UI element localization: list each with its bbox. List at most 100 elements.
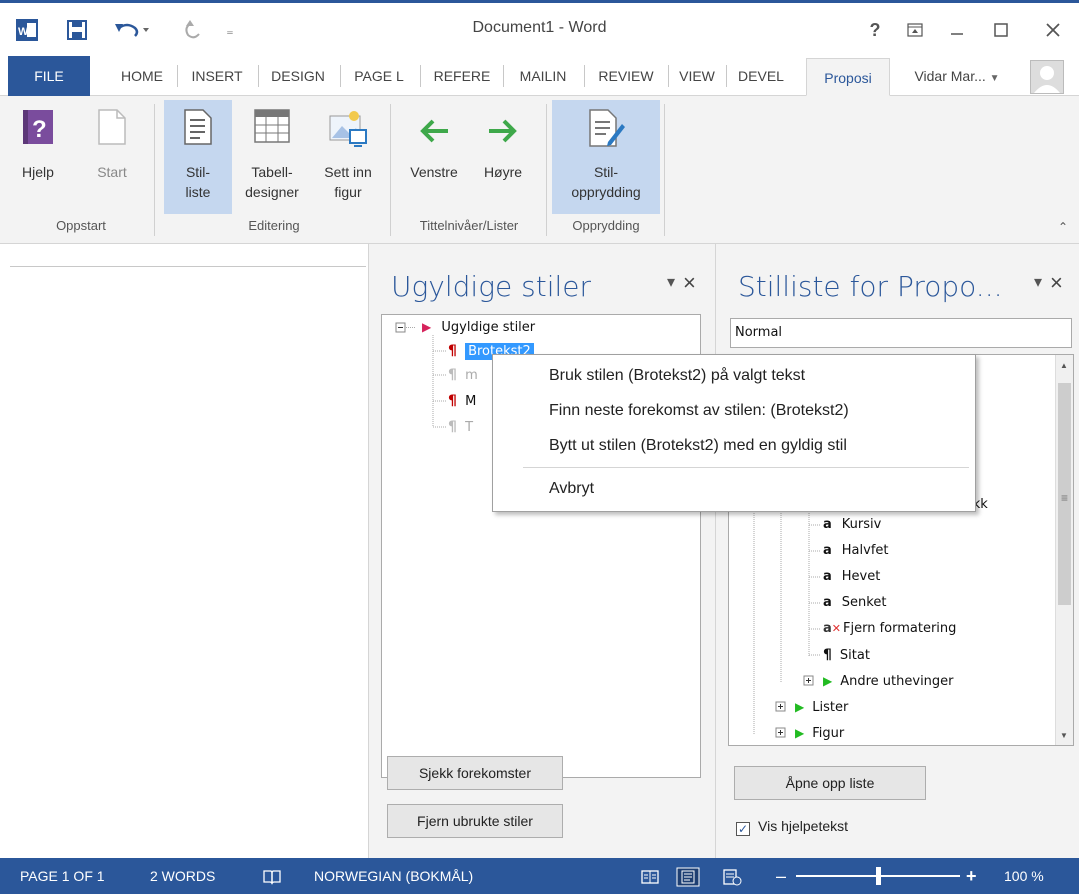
- tab-developer[interactable]: DEVEL: [728, 56, 794, 96]
- scrollbar[interactable]: ▲ ≡ ▼: [1055, 355, 1073, 745]
- menu-item-find-next[interactable]: Finn neste forekomst av stilen: (Broteks…: [549, 394, 849, 428]
- tree-item-lister[interactable]: ▶ Lister: [795, 695, 848, 719]
- tab-design[interactable]: DESIGN: [260, 56, 336, 96]
- menu-item-replace-style[interactable]: Bytt ut stilen (Brotekst2) med en gyldig…: [549, 429, 847, 463]
- insert-picture-icon: [328, 108, 368, 151]
- scroll-up-icon[interactable]: ▲: [1060, 361, 1068, 370]
- close-window-icon[interactable]: [1036, 15, 1070, 45]
- zoom-slider-thumb[interactable]: [876, 867, 881, 885]
- hoyre-button[interactable]: Høyre: [474, 100, 532, 214]
- style-search-input[interactable]: Normal: [730, 318, 1072, 348]
- green-arrow-icon: ▶: [823, 674, 833, 688]
- vis-hjelpetekst-checkbox[interactable]: ✓: [736, 822, 750, 836]
- pilcrow-icon: ¶: [448, 367, 457, 383]
- tree-item-m-upper[interactable]: ¶ M: [448, 389, 476, 413]
- tab-references[interactable]: REFERE: [424, 56, 500, 96]
- fjern-ubrukte-stiler-button[interactable]: Fjern ubrukte stiler: [387, 804, 563, 838]
- minimize-icon[interactable]: [940, 15, 974, 45]
- green-arrow-icon: ▶: [795, 700, 805, 714]
- ribbon: ? Hjelp Start Oppstart Stil-liste Tabell…: [0, 96, 1079, 244]
- sjekk-forekomster-button[interactable]: Sjekk forekomster: [387, 756, 563, 790]
- menu-item-cancel[interactable]: Avbryt: [549, 472, 594, 506]
- tabell-designer-button[interactable]: Tabell-designer: [236, 100, 308, 214]
- invalid-styles-pane: Ugyldige stiler ▾ × ▶ Ugyldige stiler ¶ …: [368, 244, 716, 858]
- tab-home[interactable]: HOME: [110, 56, 174, 96]
- tree-item-sitat[interactable]: ¶ Sitat: [823, 643, 870, 667]
- account-name[interactable]: Vidar Mar... ▼: [900, 56, 1014, 96]
- ribbon-display-options-icon[interactable]: [898, 15, 932, 45]
- tree-item-halvfet[interactable]: a Halvfet: [823, 539, 889, 563]
- pilcrow-icon: ¶: [448, 393, 457, 409]
- char-style-icon: a: [823, 543, 832, 558]
- tab-view[interactable]: VIEW: [670, 56, 724, 96]
- language[interactable]: NORWEGIAN (BOKMÅL): [314, 858, 473, 894]
- tree-item-figur[interactable]: ▶ Figur: [795, 721, 844, 745]
- tab-review[interactable]: REVIEW: [586, 56, 666, 96]
- stil-opprydding-button[interactable]: Stil-opprydding: [552, 100, 660, 214]
- green-arrow-icon: ▶: [795, 726, 805, 740]
- page-count[interactable]: PAGE 1 OF 1: [20, 858, 105, 894]
- pane-options-icon[interactable]: ▾: [667, 272, 675, 292]
- zoom-in-icon[interactable]: +: [966, 858, 977, 894]
- svg-text:?: ?: [32, 116, 47, 143]
- style-list-icon: [183, 108, 213, 149]
- zoom-level[interactable]: 100 %: [1004, 858, 1044, 894]
- avatar[interactable]: [1030, 60, 1064, 94]
- style-list-pane: Stilliste for Propo... ▾ × Normal ykk aK…: [716, 244, 1079, 858]
- help-book-icon: ?: [21, 108, 55, 149]
- checkbox-label: Vis hjelpetekst: [758, 818, 849, 834]
- stil-liste-button[interactable]: Stil-liste: [164, 100, 232, 214]
- venstre-button[interactable]: Venstre: [398, 100, 470, 214]
- document-area[interactable]: [0, 244, 368, 858]
- web-layout-icon[interactable]: [722, 858, 742, 894]
- red-arrow-icon: ▶: [422, 320, 432, 334]
- tree-item-senket[interactable]: a Senket: [823, 591, 886, 615]
- tree-item-andre-uthevinger[interactable]: ▶ Andre uthevinger: [823, 669, 954, 693]
- status-bar: PAGE 1 OF 1 2 WORDS NORWEGIAN (BOKMÅL) –…: [0, 858, 1079, 894]
- group-label-editering: Editering: [248, 218, 300, 233]
- tree-item-kursiv[interactable]: a Kursiv: [823, 513, 881, 537]
- tab-page-layout[interactable]: PAGE L: [342, 56, 416, 96]
- account-name-label: Vidar Mar...: [914, 68, 986, 84]
- tree-root[interactable]: ▶ Ugyldige stiler: [422, 315, 535, 339]
- word-count[interactable]: 2 WORDS: [150, 858, 215, 894]
- context-menu: Bruk stilen (Brotekst2) på valgt tekst F…: [492, 354, 976, 512]
- tree-item-t[interactable]: ¶ T: [448, 415, 473, 439]
- pilcrow-icon: ¶: [823, 647, 832, 663]
- pane-options-icon[interactable]: ▾: [1034, 272, 1042, 292]
- char-style-icon: a: [823, 595, 832, 610]
- pilcrow-icon: ¶: [448, 419, 457, 435]
- hjelp-button[interactable]: ? Hjelp: [12, 100, 64, 214]
- help-button[interactable]: ?: [858, 15, 892, 45]
- start-button[interactable]: Start: [84, 100, 140, 214]
- tab-file[interactable]: FILE: [8, 56, 90, 96]
- collapse-ribbon-icon[interactable]: ⌃: [1058, 220, 1068, 234]
- char-style-icon: a: [823, 517, 832, 532]
- tab-mailings[interactable]: MAILIN: [506, 56, 580, 96]
- menu-separator: [523, 467, 969, 468]
- account-dropdown-icon: ▼: [989, 73, 1000, 84]
- maximize-icon[interactable]: [984, 15, 1018, 45]
- ribbon-tabs: FILE HOME INSERT DESIGN PAGE L REFERE MA…: [0, 56, 1079, 96]
- read-mode-icon[interactable]: [640, 858, 660, 894]
- pane-title: Stilliste for Propo...: [738, 270, 1003, 303]
- char-style-icon: a: [823, 569, 832, 584]
- scroll-down-icon[interactable]: ▼: [1060, 731, 1068, 740]
- proofing-icon[interactable]: [262, 858, 282, 894]
- group-label-tittelnivaer: Tittelnivåer/Lister: [419, 218, 519, 233]
- arrow-right-icon: [487, 118, 519, 147]
- pane-close-icon[interactable]: ×: [1050, 270, 1063, 296]
- sett-inn-figur-button[interactable]: Sett inn figur: [312, 100, 384, 214]
- menu-item-apply-style[interactable]: Bruk stilen (Brotekst2) på valgt tekst: [549, 359, 805, 393]
- print-layout-icon[interactable]: [676, 858, 700, 894]
- pane-close-icon[interactable]: ×: [683, 270, 696, 296]
- apne-opp-liste-button[interactable]: Åpne opp liste: [734, 766, 926, 800]
- tab-proposi[interactable]: Proposi: [806, 58, 890, 96]
- clear-formatting-icon: a✕: [823, 621, 841, 636]
- tree-item-hevet[interactable]: a Hevet: [823, 565, 880, 589]
- page-edge: [10, 266, 366, 267]
- tree-item-fjern-formatering[interactable]: a✕ Fjern formatering: [823, 617, 956, 641]
- tree-item-m-lower[interactable]: ¶ m: [448, 363, 478, 387]
- zoom-out-icon[interactable]: –: [776, 858, 786, 894]
- tab-insert[interactable]: INSERT: [180, 56, 254, 96]
